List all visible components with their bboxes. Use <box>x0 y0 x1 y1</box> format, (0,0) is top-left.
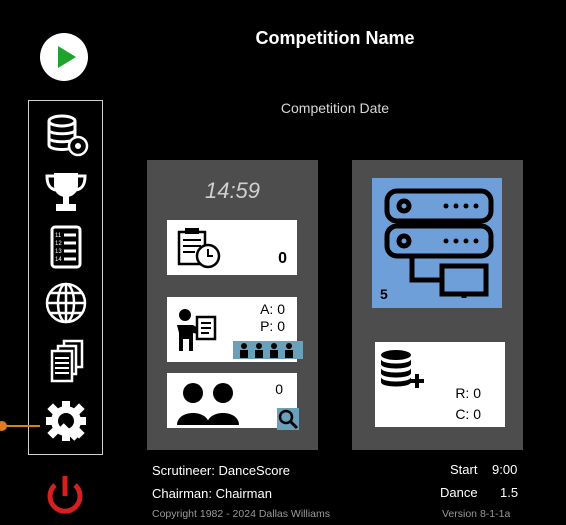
power-icon <box>47 476 83 514</box>
adjudicators-a-count: A: 0 <box>260 301 285 317</box>
selection-indicator-dot <box>0 421 7 431</box>
chairman-label: Chairman: Chairman <box>152 486 272 501</box>
start-label: Start <box>450 462 478 477</box>
database-c-count: C: 0 <box>455 406 481 422</box>
database-add-icon <box>381 350 424 388</box>
power-button[interactable] <box>40 470 90 520</box>
version-text: Version 8-1-1a <box>442 508 511 520</box>
trophy-icon[interactable] <box>40 169 92 213</box>
system-panel: 5 R: 0 C: 0 <box>352 160 523 450</box>
database-card[interactable]: R: 0 C: 0 <box>375 342 505 427</box>
competition-title: Competition Name <box>255 28 415 48</box>
dance-value: 1.5 <box>500 485 519 500</box>
svg-text:11: 11 <box>55 233 62 239</box>
adjudicators-card[interactable]: A: 0 P: 0 <box>167 297 303 362</box>
svg-text:13: 13 <box>55 249 62 255</box>
couples-count: 0 <box>275 381 283 397</box>
globe-icon[interactable] <box>40 281 92 325</box>
server-card[interactable]: 5 <box>372 178 502 308</box>
copyright-text: Copyright 1982 - 2024 Dallas Williams <box>152 508 330 520</box>
play-icon <box>58 46 76 68</box>
server-network-icon <box>384 188 494 298</box>
scrutineer-label: Scrutineer: DanceScore <box>152 463 291 478</box>
database-r-count: R: 0 <box>455 385 481 401</box>
couple-icon <box>177 383 239 425</box>
settings-wrench-icon[interactable] <box>40 399 92 443</box>
search-icon <box>278 409 299 430</box>
search-button[interactable] <box>277 408 299 430</box>
competition-date: Competition Date <box>280 100 390 116</box>
couples-card[interactable]: 0 <box>167 373 299 430</box>
svg-text:14: 14 <box>55 257 62 263</box>
clock-display: 14:59 <box>204 178 261 203</box>
svg-text:12: 12 <box>55 241 62 247</box>
numbered-list-icon[interactable]: 11 12 13 14 <box>40 225 92 269</box>
presenter-icon <box>177 309 217 351</box>
adjudicators-p-count: P: 0 <box>260 318 285 334</box>
database-settings-icon[interactable] <box>40 113 92 157</box>
panel-group-button[interactable] <box>233 341 303 359</box>
schedule-clock-icon <box>177 228 221 269</box>
schedule-count: 0 <box>278 250 287 267</box>
dance-label: Dance <box>440 485 478 500</box>
documents-icon[interactable] <box>40 339 92 383</box>
schedule-card[interactable]: 0 <box>167 220 297 275</box>
people-group-icon <box>240 343 293 358</box>
server-count: 5 <box>380 286 388 302</box>
sidebar: 11 12 13 14 <box>28 100 103 455</box>
start-value: 9:00 <box>492 462 518 477</box>
event-panel: 14:59 0 A: 0 P: 0 0 <box>147 160 318 450</box>
play-button[interactable] <box>40 33 88 81</box>
